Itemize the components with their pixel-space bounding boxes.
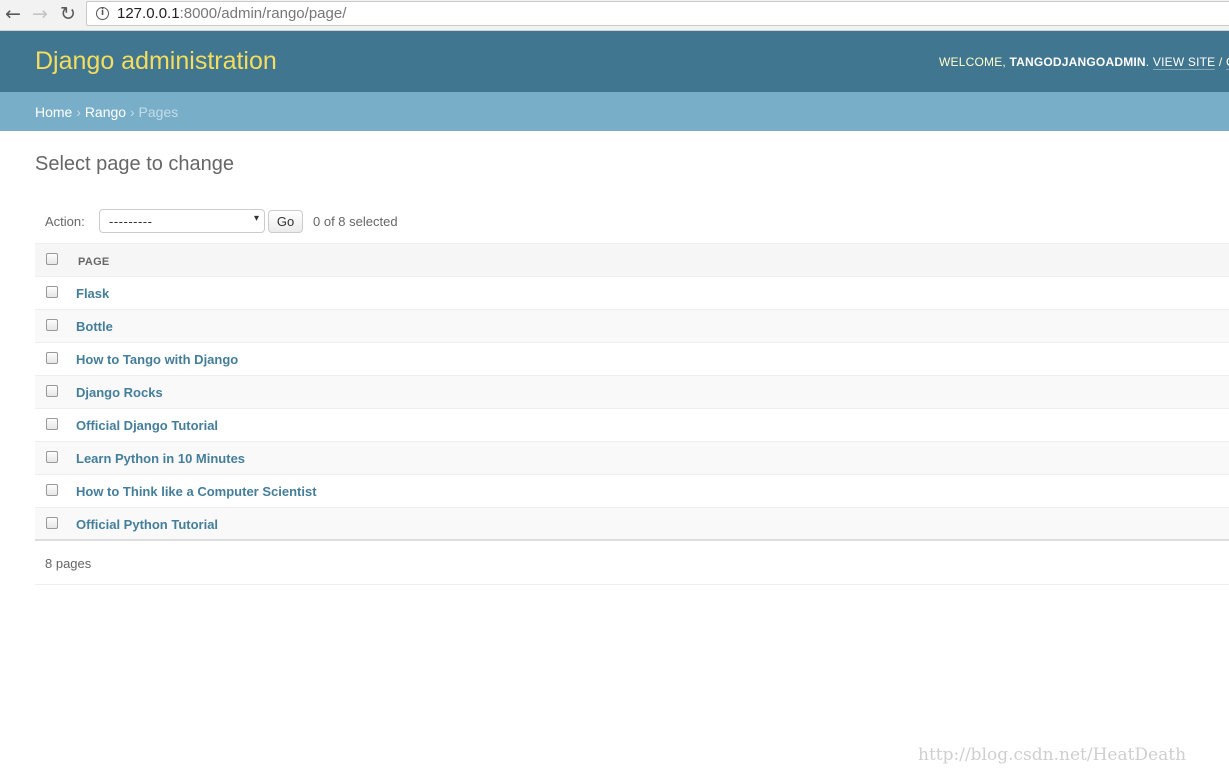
url-host: 127.0.0.1 [117,5,180,22]
user-tools-dot: . [1145,55,1153,69]
forward-arrow-icon[interactable]: → [30,4,50,24]
row-link[interactable]: Official Python Tutorial [76,517,218,532]
row-checkbox[interactable] [46,517,58,529]
row-checkbox[interactable] [46,319,58,331]
row-link[interactable]: Bottle [76,319,113,334]
table-row: How to Think like a Computer Scientist [35,475,1229,508]
address-bar[interactable]: i 127.0.0.1:8000/admin/rango/page/ [86,1,1229,26]
select-all-checkbox[interactable] [46,253,58,265]
breadcrumb: Home › Rango › Pages [0,92,1229,131]
username: TANGODJANGOADMIN [1009,55,1146,69]
table-row: Django Rocks [35,376,1229,409]
selection-counter: 0 of 8 selected [313,214,398,229]
browser-toolbar: ← → ↻ i 127.0.0.1:8000/admin/rango/page/ [0,0,1229,31]
row-link[interactable]: How to Think like a Computer Scientist [76,484,317,499]
row-checkbox[interactable] [46,352,58,364]
page-title: Select page to change [35,153,235,175]
table-row: Official Django Tutorial [35,409,1229,442]
admin-header: Django administration WELCOME, TANGODJAN… [0,31,1229,92]
row-link[interactable]: Official Django Tutorial [76,418,218,433]
reload-icon[interactable]: ↻ [58,4,78,24]
row-checkbox[interactable] [46,385,58,397]
row-link[interactable]: Learn Python in 10 Minutes [76,451,245,466]
table-row: Bottle [35,310,1229,343]
paginator: 8 pages [35,542,1229,585]
welcome-text: WELCOME, [939,55,1010,69]
breadcrumb-current: Pages [138,104,179,120]
row-checkbox[interactable] [46,451,58,463]
table-row: Learn Python in 10 Minutes [35,442,1229,475]
breadcrumb-home[interactable]: Home [35,104,72,120]
table-row: Official Python Tutorial [35,508,1229,541]
table-row: Flask [35,277,1229,310]
column-header-page[interactable]: PAGE [78,256,110,268]
actions-bar: Action: --------- ▾ Go 0 of 8 selected [35,203,1229,241]
user-tools-separator: / [1215,55,1226,69]
action-select[interactable]: --------- ▾ [99,209,265,233]
table-header-row: PAGE [35,243,1229,277]
row-checkbox[interactable] [46,484,58,496]
site-branding[interactable]: Django administration [35,47,277,76]
back-arrow-icon[interactable]: ← [3,4,23,24]
table-row: How to Tango with Django [35,343,1229,376]
breadcrumb-app[interactable]: Rango [85,104,126,120]
row-link[interactable]: How to Tango with Django [76,352,238,367]
action-select-value: --------- [109,214,153,229]
breadcrumb-separator: › [72,104,85,120]
url-text: 127.0.0.1:8000/admin/rango/page/ [117,5,346,22]
watermark: http://blog.csdn.net/HeatDeath [918,745,1187,765]
go-button[interactable]: Go [268,210,303,233]
dropdown-arrow-icon: ▾ [253,213,259,224]
row-link[interactable]: Django Rocks [76,385,163,400]
user-tools: WELCOME, TANGODJANGOADMIN. VIEW SITE / C… [939,55,1229,70]
view-site-link[interactable]: VIEW SITE [1152,55,1216,70]
action-label: Action: [45,214,85,229]
row-checkbox[interactable] [46,418,58,430]
info-icon[interactable]: i [96,7,109,20]
row-link[interactable]: Flask [76,286,109,301]
result-count: 8 pages [45,556,92,571]
url-path: :8000/admin/rango/page/ [179,5,347,22]
breadcrumb-separator: › [126,104,139,120]
results-table: PAGE Flask Bottle How to Tango with Djan… [35,243,1229,541]
row-checkbox[interactable] [46,286,58,298]
